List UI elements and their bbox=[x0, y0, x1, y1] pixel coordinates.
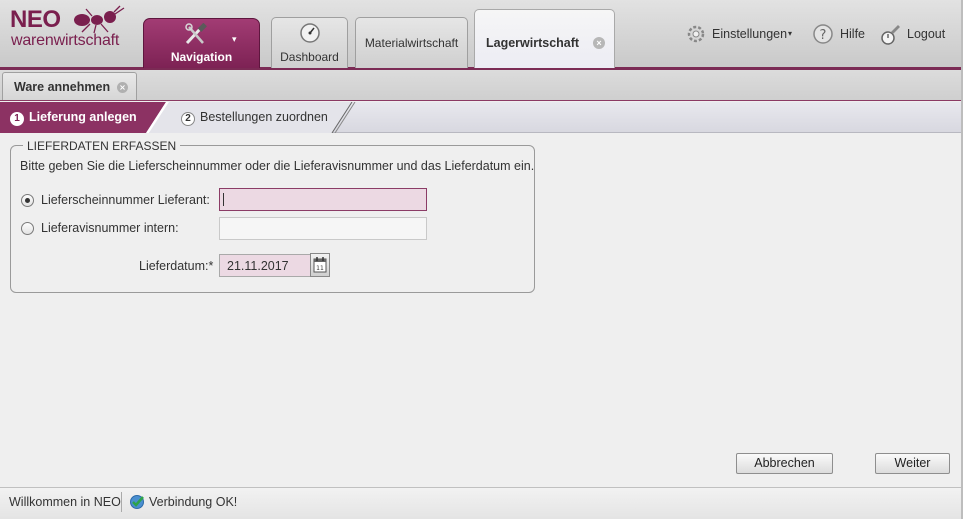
status-divider bbox=[121, 492, 122, 512]
wizard-steps: 1 Lieferung anlegen 2 Bestellungen zuordne… bbox=[0, 102, 963, 133]
speedometer-icon bbox=[300, 23, 320, 43]
close-icon[interactable]: × bbox=[117, 82, 128, 93]
logout-label: Logout bbox=[907, 27, 946, 41]
chevron-down-icon: ▾ bbox=[232, 35, 237, 45]
wizard-step-2[interactable]: 2 Bestellungen zuordnen bbox=[181, 110, 328, 126]
lieferavisnummer-input[interactable] bbox=[219, 217, 427, 240]
main-content: LIEFERDATEN ERFASSEN Bitte geben Sie die… bbox=[0, 133, 963, 487]
subtab-ware-annehmen[interactable]: Ware annehmen × bbox=[2, 72, 137, 100]
lieferscheinnummer-label: Lieferscheinnummer Lieferant: bbox=[41, 193, 210, 207]
navigation-label: Navigation bbox=[170, 50, 233, 64]
navigation-button[interactable]: ▾ Navigation bbox=[143, 18, 260, 68]
connection-status: Verbindung OK! bbox=[149, 495, 238, 509]
tab-materialwirtschaft[interactable]: Materialwirtschaft bbox=[355, 17, 468, 68]
help-icon: ? bbox=[813, 24, 833, 44]
step-number: 2 bbox=[181, 112, 195, 126]
radio-lieferavisnummer[interactable] bbox=[21, 222, 34, 235]
top-header: NEO warenwirtschaft ▾ Navigation Dashboa… bbox=[0, 0, 963, 70]
logout-icon bbox=[881, 25, 900, 45]
next-button[interactable]: Weiter bbox=[875, 453, 950, 474]
tab-dashboard[interactable]: Dashboard bbox=[271, 17, 348, 68]
help-label: Hilfe bbox=[840, 27, 866, 41]
settings-label: Einstellungen bbox=[712, 27, 788, 41]
connection-ok-icon bbox=[130, 495, 144, 509]
wizard-step-shapes bbox=[0, 102, 356, 133]
logo-neo-text: NEO bbox=[10, 6, 61, 33]
tab-dashboard-label: Dashboard bbox=[280, 50, 339, 64]
cancel-button[interactable]: Abbrechen bbox=[736, 453, 833, 474]
logout-link[interactable]: Logout bbox=[878, 23, 953, 45]
text-cursor bbox=[223, 193, 224, 206]
lieferdatum-label: Lieferdatum:* bbox=[139, 259, 214, 273]
delivery-data-fieldset: LIEFERDATEN ERFASSEN Bitte geben Sie die… bbox=[10, 139, 535, 293]
wizard-step-1[interactable]: 1 Lieferung anlegen bbox=[10, 110, 137, 126]
gear-icon bbox=[687, 25, 705, 43]
tab-lagerwirtschaft[interactable]: Lagerwirtschaft × bbox=[474, 9, 615, 68]
close-icon[interactable]: × bbox=[593, 37, 605, 49]
step-label: Bestellungen zuordnen bbox=[200, 110, 328, 124]
fieldset-legend: LIEFERDATEN ERFASSEN bbox=[23, 139, 181, 153]
lieferscheinnummer-input[interactable] bbox=[219, 188, 427, 211]
lieferdatum-input[interactable]: 21.11.2017 bbox=[219, 254, 311, 277]
tab-materialwirtschaft-label: Materialwirtschaft bbox=[364, 36, 459, 50]
logo-subtitle: warenwirtschaft bbox=[11, 32, 120, 49]
lieferavisnummer-label: Lieferavisnummer intern: bbox=[41, 221, 179, 235]
step-number: 1 bbox=[10, 112, 24, 126]
welcome-text: Willkommen in NEO bbox=[9, 495, 121, 509]
subtab-label: Ware annehmen bbox=[14, 80, 111, 94]
radio-lieferscheinnummer[interactable] bbox=[21, 194, 34, 207]
subtab-bar: Ware annehmen × bbox=[0, 70, 963, 101]
chevron-down-icon: ▾ bbox=[788, 29, 793, 38]
calendar-icon: 11 bbox=[313, 257, 327, 273]
status-bar: Willkommen in NEO Verbindung OK! bbox=[0, 487, 963, 519]
form-hint: Bitte geben Sie die Lieferscheinnummer o… bbox=[20, 159, 535, 173]
step-label: Lieferung anlegen bbox=[29, 110, 137, 124]
help-link[interactable]: ? Hilfe bbox=[812, 23, 867, 45]
settings-menu[interactable]: Einstellungen ▾ bbox=[685, 23, 800, 45]
svg-text:11: 11 bbox=[316, 265, 324, 272]
tools-icon bbox=[185, 23, 207, 45]
svg-text:?: ? bbox=[820, 28, 827, 43]
tab-lagerwirtschaft-label: Lagerwirtschaft bbox=[486, 36, 580, 50]
calendar-button[interactable]: 11 bbox=[310, 253, 330, 277]
ant-logo-icon bbox=[74, 5, 125, 34]
neo-logo: NEO warenwirtschaft bbox=[10, 5, 135, 50]
